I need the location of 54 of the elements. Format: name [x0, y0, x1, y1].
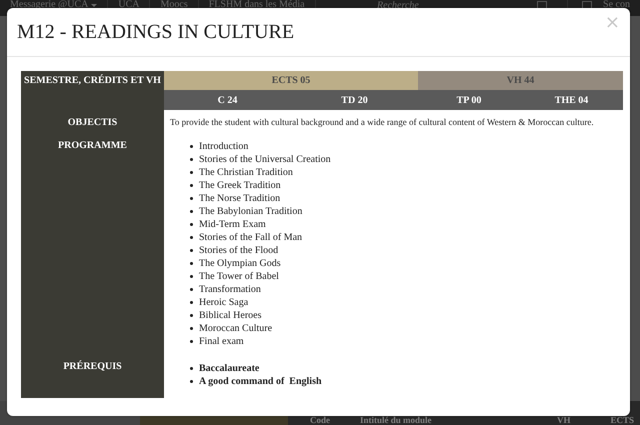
list-item: The Tower of Babel: [199, 271, 279, 282]
list-item: Biblical Heroes: [199, 310, 262, 321]
table-header-cell: C 24: [164, 90, 291, 110]
list-item: Stories of the Flood: [199, 245, 278, 256]
table-header-cell: TD 20: [291, 90, 418, 110]
row-label: PRÉREQUIS: [21, 354, 164, 398]
list-item: Baccalaureate: [199, 363, 260, 374]
table-cell-text: To provide the student with cultural background and a wide range of cultural content of Western & Moroccan culture.: [170, 116, 595, 128]
list-item: The Olympian Gods: [199, 258, 281, 269]
table-header-cell: SEMESTRE, CRÉDITS ET VH: [21, 71, 164, 110]
bullet-icon: [190, 210, 193, 213]
search-field[interactable]: Recherche: [377, 0, 498, 10]
bullet-icon: [190, 236, 193, 239]
list-item: Stories of the Universal Creation: [199, 154, 331, 165]
bullet-icon: [190, 327, 193, 330]
list-item: A good command of English: [199, 376, 322, 387]
list-item: The Christian Tradition: [199, 167, 293, 178]
row-label: PROGRAMME: [21, 133, 164, 354]
table-header-cell: VH 44: [418, 71, 623, 90]
bullet-icon: [190, 171, 193, 174]
list-item: Mid-Term Exam: [199, 219, 266, 230]
bullet-icon: [190, 314, 193, 317]
close-button[interactable]: ×: [602, 14, 622, 32]
bullet-icon: [190, 288, 193, 291]
list-item: Stories of the Fall of Man: [199, 232, 302, 243]
bullet-icon: [190, 249, 193, 252]
table-header-cell: TP 00: [418, 90, 520, 110]
list-item: The Greek Tradition: [199, 180, 281, 191]
bullet-icon: [190, 380, 193, 383]
bullet-icon: [190, 197, 193, 200]
column-header: Code: [310, 416, 330, 425]
bullet-icon: [190, 145, 193, 148]
bullet-icon: [190, 340, 193, 343]
list-item: Introduction: [199, 141, 248, 152]
modal-title: M12 - READINGS IN CULTURE: [17, 20, 294, 44]
bullet-icon: [190, 367, 193, 370]
bullet-icon: [190, 262, 193, 265]
column-header: ECTS: [610, 416, 634, 425]
bullet-icon: [190, 275, 193, 278]
list-item: The Babylonian Tradition: [199, 206, 302, 217]
bullet-icon: [190, 301, 193, 304]
row-label: OBJECTIS: [21, 110, 164, 133]
list-item: Transformation: [199, 284, 261, 295]
table-header-cell: THE 04: [520, 90, 623, 110]
table-header-cell: ECTS 05: [164, 71, 418, 90]
list-item: The Norse Tradition: [199, 193, 280, 204]
bullet-icon: [190, 184, 193, 187]
bullet-icon: [190, 223, 193, 226]
list-item: Final exam: [199, 336, 244, 347]
column-header: Intitulé du module: [360, 416, 433, 425]
bullet-icon: [190, 158, 193, 161]
column-header: VH: [556, 416, 570, 425]
list-item: Heroic Saga: [199, 297, 248, 308]
list-item: Moroccan Culture: [199, 323, 272, 334]
